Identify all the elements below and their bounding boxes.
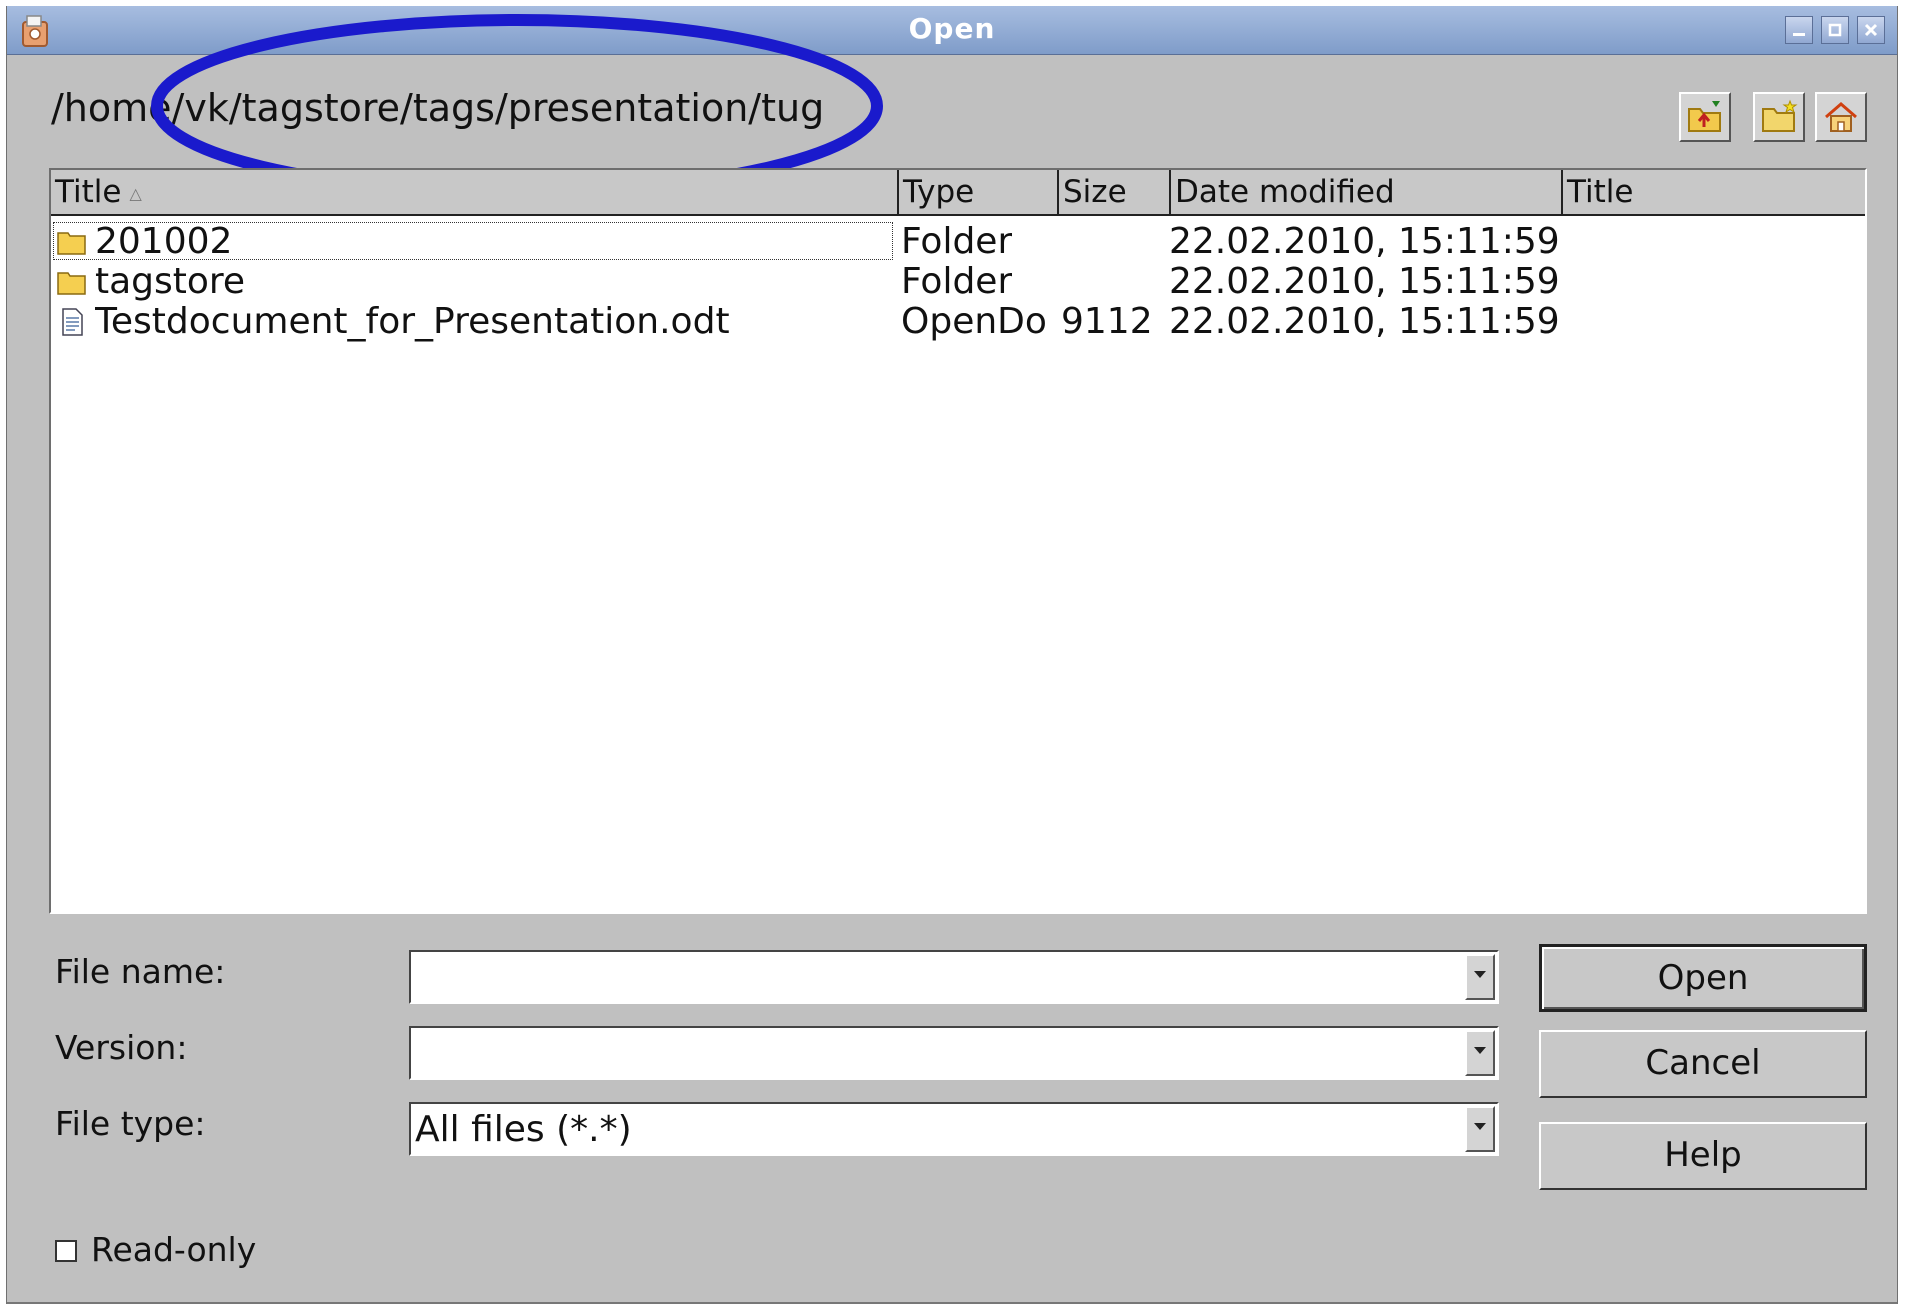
version-combo[interactable] bbox=[409, 1026, 1499, 1080]
maximize-button[interactable] bbox=[1821, 16, 1849, 44]
maximize-icon bbox=[1828, 23, 1842, 37]
minimize-button[interactable] bbox=[1785, 16, 1813, 44]
close-icon bbox=[1864, 23, 1878, 37]
file-list[interactable]: Title △ Type Size Date modified Title 201… bbox=[49, 168, 1867, 914]
cell-title: tagstore bbox=[95, 262, 246, 302]
table-row[interactable]: tagstore Folder 22.02.2010, 15:11:59 bbox=[51, 262, 1865, 302]
cell-date: 22.02.2010, 15:11:59 bbox=[1169, 302, 1560, 342]
open-button[interactable]: Open bbox=[1539, 944, 1867, 1012]
sort-ascending-icon: △ bbox=[129, 183, 142, 203]
help-button[interactable]: Help bbox=[1539, 1122, 1867, 1190]
cell-size: 9112 bbox=[1061, 302, 1153, 342]
chevron-down-icon bbox=[1474, 1123, 1486, 1130]
folder-up-icon bbox=[1688, 101, 1721, 132]
minimize-icon bbox=[1793, 33, 1805, 36]
window-title: Open bbox=[908, 12, 996, 45]
open-dialog: Open /home/vk/tagstore/tags/presentation… bbox=[6, 6, 1898, 1304]
version-dropdown-button[interactable] bbox=[1465, 1030, 1495, 1076]
current-path: /home/vk/tagstore/tags/presentation/tug bbox=[51, 86, 825, 130]
up-one-level-button[interactable] bbox=[1679, 92, 1731, 142]
file-name-label: File name: bbox=[55, 952, 226, 991]
default-directory-button[interactable] bbox=[1815, 92, 1867, 142]
folder-icon bbox=[57, 272, 86, 295]
cell-type: Folder bbox=[901, 222, 1013, 262]
table-row[interactable]: Testdocument_for_Presentation.odt OpenDo… bbox=[51, 302, 1865, 342]
create-new-folder-button[interactable] bbox=[1753, 92, 1805, 142]
cell-type: Folder bbox=[901, 262, 1013, 302]
read-only-checkbox[interactable] bbox=[55, 1240, 77, 1262]
read-only-label[interactable]: Read-only bbox=[91, 1230, 256, 1269]
home-icon bbox=[1825, 102, 1857, 132]
cancel-button[interactable]: Cancel bbox=[1539, 1030, 1867, 1098]
file-type-label: File type: bbox=[55, 1104, 206, 1143]
cell-title: 201002 bbox=[95, 222, 233, 262]
column-header-size[interactable]: Size bbox=[1059, 170, 1171, 214]
title-bar[interactable]: Open bbox=[7, 6, 1897, 55]
cell-title: Testdocument_for_Presentation.odt bbox=[95, 302, 730, 342]
close-button[interactable] bbox=[1857, 16, 1885, 44]
chevron-down-icon bbox=[1474, 971, 1486, 978]
cell-date: 22.02.2010, 15:11:59 bbox=[1169, 262, 1560, 302]
file-type-combo[interactable]: All files (*.*) bbox=[409, 1102, 1499, 1156]
document-icon bbox=[62, 308, 83, 336]
cell-type: OpenDo bbox=[901, 302, 1047, 342]
file-list-header: Title △ Type Size Date modified Title bbox=[51, 170, 1865, 216]
file-name-combo[interactable] bbox=[409, 950, 1499, 1004]
chevron-down-icon bbox=[1474, 1047, 1486, 1054]
column-header-date-modified[interactable]: Date modified bbox=[1171, 170, 1563, 214]
column-header-title-2[interactable]: Title bbox=[1563, 170, 1865, 214]
folder-icon bbox=[57, 232, 86, 255]
column-header-type[interactable]: Type bbox=[899, 170, 1059, 214]
file-name-dropdown-button[interactable] bbox=[1465, 954, 1495, 1000]
column-header-title[interactable]: Title △ bbox=[51, 170, 899, 214]
version-label: Version: bbox=[55, 1028, 188, 1067]
table-row[interactable]: 201002 Folder 22.02.2010, 15:11:59 bbox=[51, 222, 1865, 262]
file-type-value: All files (*.*) bbox=[415, 1109, 632, 1150]
file-type-dropdown-button[interactable] bbox=[1465, 1106, 1495, 1152]
cell-date: 22.02.2010, 15:11:59 bbox=[1169, 222, 1560, 262]
new-folder-icon bbox=[1762, 99, 1798, 132]
